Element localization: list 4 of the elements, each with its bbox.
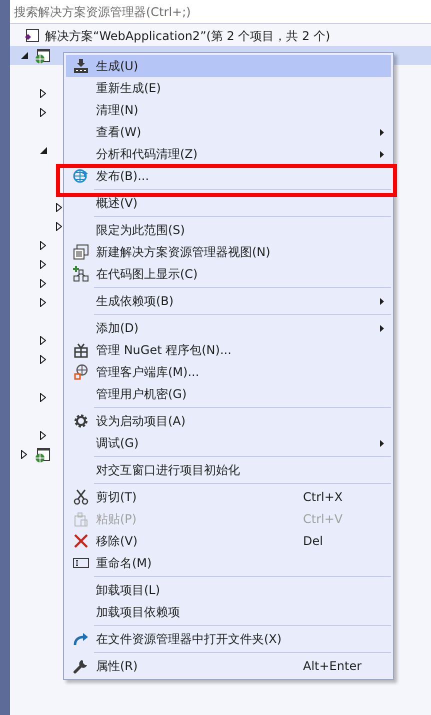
shortcut-label: Ctrl+V (303, 511, 344, 528)
shortcut-label: Del (303, 533, 324, 550)
shortcut-label: Ctrl+X (303, 489, 344, 506)
shortcut-label: Alt+Enter (303, 658, 363, 675)
